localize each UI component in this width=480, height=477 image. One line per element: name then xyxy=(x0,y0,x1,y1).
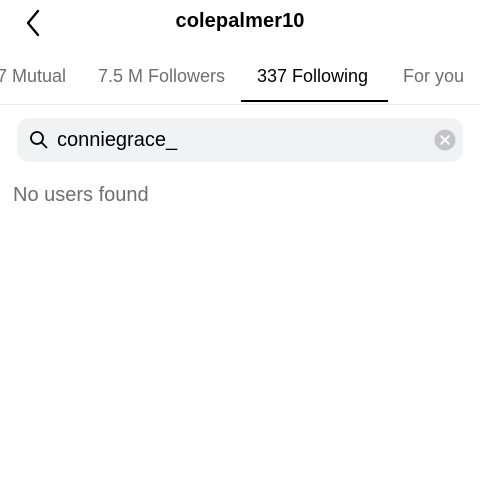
search-icon xyxy=(30,131,48,149)
empty-results-message: No users found xyxy=(13,184,149,206)
header: colepalmer10 xyxy=(0,0,480,48)
active-tab-indicator xyxy=(241,100,388,102)
clear-icon[interactable] xyxy=(434,129,456,151)
tab-mutual[interactable]: 7 Mutual xyxy=(0,66,66,87)
page-title: colepalmer10 xyxy=(175,10,305,32)
tab-following[interactable]: 337 Following xyxy=(257,66,368,87)
tab-followers[interactable]: 7.5 M Followers xyxy=(98,66,225,87)
tab-bar: 7 Mutual 7.5 M Followers 337 Following F… xyxy=(0,56,480,105)
search-input[interactable] xyxy=(57,118,427,162)
tab-for-you[interactable]: For you xyxy=(403,66,464,87)
search-bar xyxy=(17,118,463,162)
